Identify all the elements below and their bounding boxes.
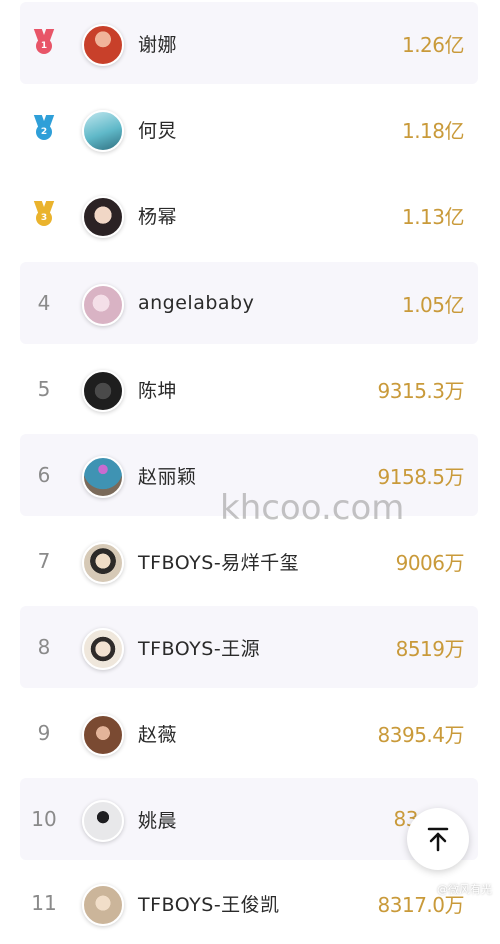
follower-count: 8395.4万: [377, 722, 465, 747]
list-item[interactable]: 1 谢娜 1.26亿: [20, 2, 478, 84]
gold-medal-icon: 3: [33, 201, 55, 229]
user-name[interactable]: TFBOYS-易烊千玺: [138, 520, 299, 602]
user-name[interactable]: TFBOYS-王源: [138, 606, 260, 688]
avatar[interactable]: [82, 884, 124, 926]
rank-medal-2: 2: [28, 88, 60, 170]
user-name[interactable]: 赵丽颖: [138, 434, 197, 516]
avatar[interactable]: [82, 628, 124, 670]
red-medal-icon: 1: [33, 29, 55, 57]
rank-medal-3: 3: [28, 174, 60, 256]
follower-count: 1.18亿: [401, 118, 465, 143]
avatar[interactable]: [82, 110, 124, 152]
list-item[interactable]: 4 angelababy 1.05亿: [20, 262, 478, 344]
rank-number: 10: [31, 807, 57, 831]
rank-number: 9: [37, 721, 51, 745]
follower-count: 9006万: [395, 550, 465, 575]
list-item[interactable]: 9 赵薇 8395.4万: [20, 692, 478, 774]
avatar[interactable]: [82, 196, 124, 238]
user-name[interactable]: TFBOYS-王俊凯: [138, 862, 280, 944]
user-name[interactable]: 姚晨: [138, 778, 177, 860]
rank-number: 8: [37, 635, 51, 659]
list-item[interactable]: 7 TFBOYS-易烊千玺 9006万: [20, 520, 478, 602]
rank-number: 11: [31, 891, 57, 915]
avatar[interactable]: [82, 714, 124, 756]
user-name[interactable]: 何炅: [138, 88, 177, 170]
list-item[interactable]: 2 何炅 1.18亿: [20, 88, 478, 170]
rank-medal-1: 1: [28, 2, 60, 84]
follower-count: 1.26亿: [401, 32, 465, 57]
user-name[interactable]: angelababy: [138, 262, 254, 344]
back-to-top-button[interactable]: [407, 808, 469, 870]
user-name[interactable]: 杨幂: [138, 174, 177, 256]
credit-watermark: @微风有光: [437, 883, 492, 896]
follower-count: 9315.3万: [377, 378, 465, 403]
ranking-list: 1 谢娜 1.26亿 2 何炅 1.18亿 3 杨幂 1.13亿 4 angel…: [0, 0, 500, 926]
arrow-up-icon: [427, 827, 449, 852]
follower-count: 1.13亿: [401, 204, 465, 229]
avatar[interactable]: [82, 800, 124, 842]
rank-number: 7: [37, 549, 51, 573]
avatar[interactable]: [82, 284, 124, 326]
avatar[interactable]: [82, 24, 124, 66]
follower-count: 8519万: [395, 636, 465, 661]
watermark: khcoo.com: [220, 488, 405, 528]
list-item[interactable]: 3 杨幂 1.13亿: [20, 174, 478, 256]
avatar[interactable]: [82, 370, 124, 412]
follower-count: 1.05亿: [401, 292, 465, 317]
rank-number: 6: [37, 463, 51, 487]
blue-medal-icon: 2: [33, 115, 55, 143]
avatar[interactable]: [82, 456, 124, 498]
user-name[interactable]: 谢娜: [138, 2, 177, 84]
user-name[interactable]: 赵薇: [138, 692, 177, 774]
list-item[interactable]: 8 TFBOYS-王源 8519万: [20, 606, 478, 688]
rank-number: 4: [37, 291, 51, 315]
user-name[interactable]: 陈坤: [138, 348, 177, 430]
follower-count: 8317.0万: [377, 892, 465, 917]
list-item[interactable]: 5 陈坤 9315.3万: [20, 348, 478, 430]
rank-number: 5: [37, 377, 51, 401]
avatar[interactable]: [82, 542, 124, 584]
list-item[interactable]: 11 TFBOYS-王俊凯 8317.0万: [20, 862, 478, 944]
